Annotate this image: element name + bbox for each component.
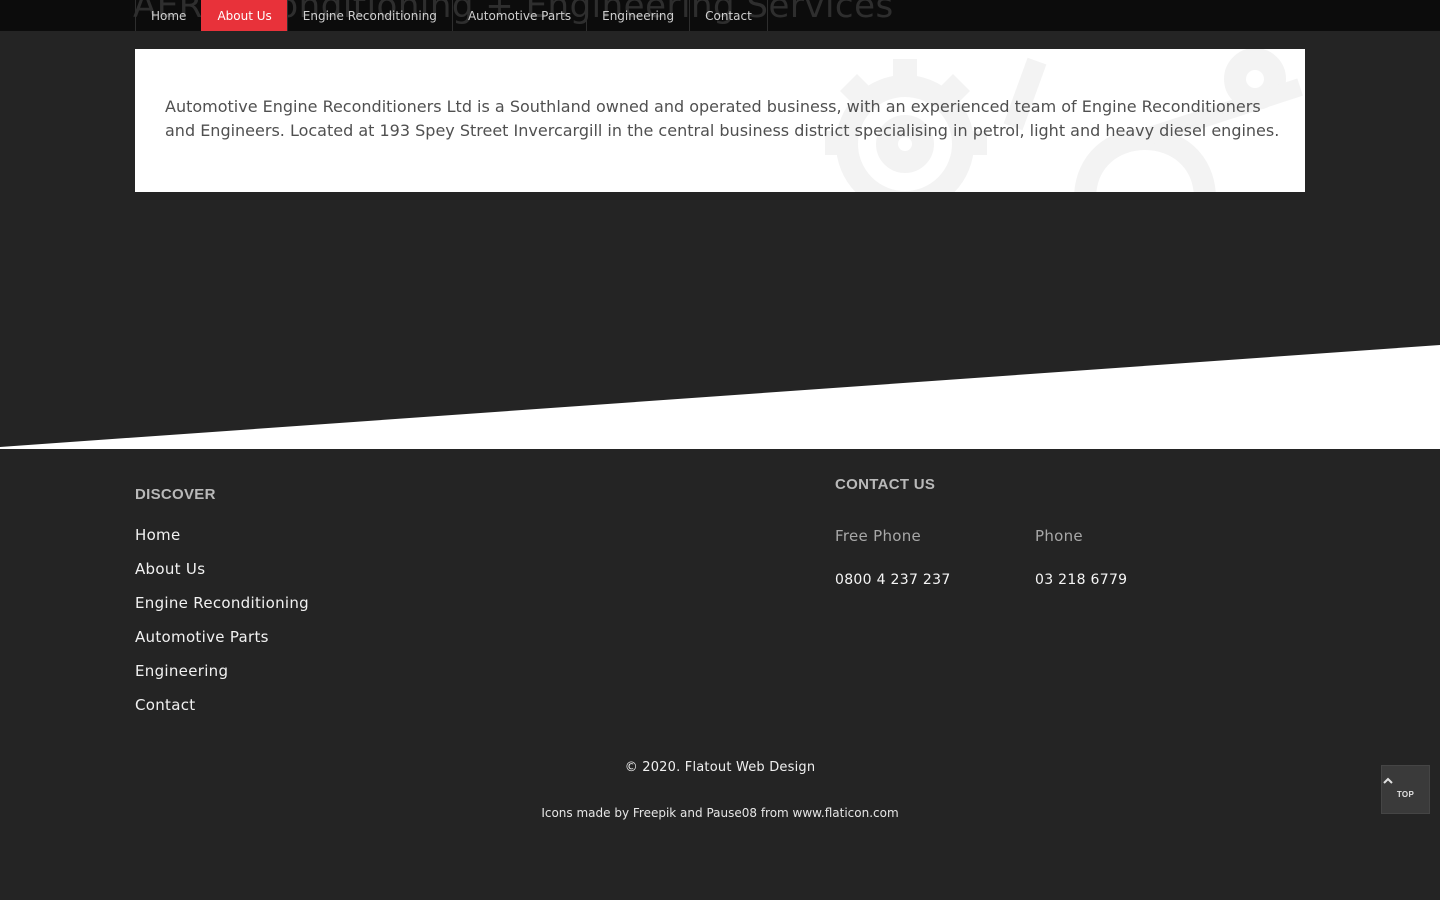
top-navigation-bar: AER Reconditioning + Engineering Service…	[0, 0, 1440, 31]
contact-heading: CONTACT US	[835, 476, 936, 493]
phone-label: Phone	[1035, 527, 1083, 545]
copyright-text: © 2020. Flatout Web Design	[624, 760, 816, 775]
discover-heading: DISCOVER	[135, 486, 216, 503]
footer-link-about-us[interactable]: About Us	[135, 557, 309, 591]
footer-link-automotive-parts[interactable]: Automotive Parts	[135, 625, 309, 659]
free-phone-block: Free Phone 0800 4 237 237	[835, 525, 1015, 588]
phone-number[interactable]: 03 218 6779	[1035, 572, 1215, 588]
back-to-top-label: TOP	[1396, 790, 1415, 799]
footer-discover-links: Home About Us Engine Reconditioning Auto…	[135, 523, 309, 727]
nav-item-engineering[interactable]: Engineering	[586, 0, 689, 31]
main-nav: Home About Us Engine Reconditioning Auto…	[135, 0, 768, 31]
nav-item-contact[interactable]: Contact	[689, 0, 768, 31]
back-to-top-button[interactable]: TOP	[1381, 765, 1430, 814]
nav-item-about-us[interactable]: About Us	[201, 0, 287, 31]
nav-item-engine-reconditioning[interactable]: Engine Reconditioning	[286, 0, 452, 31]
intro-paragraph: Automotive Engine Reconditioners Ltd is …	[165, 97, 1280, 140]
footer-link-engineering[interactable]: Engineering	[135, 659, 309, 693]
nav-item-automotive-parts[interactable]: Automotive Parts	[451, 0, 586, 31]
free-phone-number[interactable]: 0800 4 237 237	[835, 572, 1015, 588]
icon-credits: Icons made by Freepik and Pause08 from w…	[541, 806, 899, 820]
free-phone-label: Free Phone	[835, 527, 922, 545]
phone-block: Phone 03 218 6779	[1035, 525, 1215, 588]
footer-link-home[interactable]: Home	[135, 523, 309, 557]
footer-link-engine-reconditioning[interactable]: Engine Reconditioning	[135, 591, 309, 625]
about-intro-card: Automotive Engine Reconditioners Ltd is …	[135, 49, 1305, 192]
chevron-up-icon	[1383, 777, 1393, 784]
diagonal-divider	[0, 345, 1440, 449]
nav-item-home[interactable]: Home	[135, 0, 201, 31]
footer-link-contact[interactable]: Contact	[135, 693, 309, 727]
